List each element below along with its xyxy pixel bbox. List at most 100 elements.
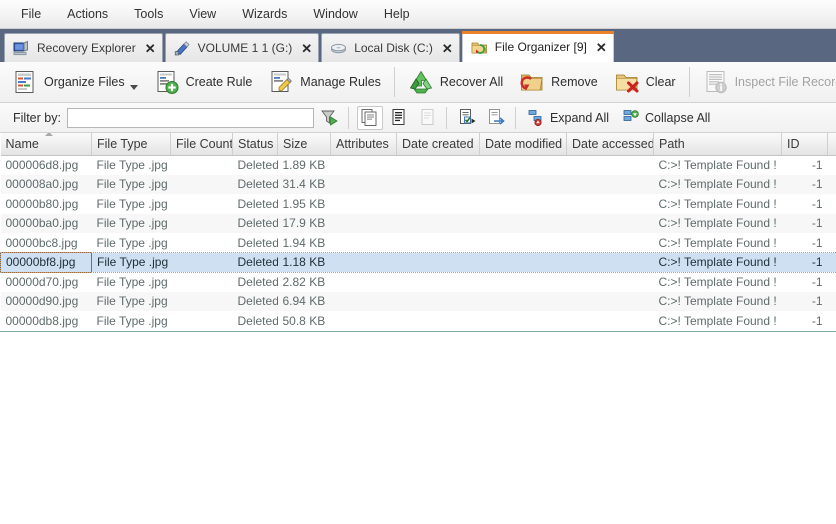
cell-status: Deleted (237, 158, 278, 172)
recycle-recover-icon (409, 70, 433, 94)
view-all-files-button[interactable] (356, 105, 383, 130)
filter-separator (347, 106, 349, 129)
table-row[interactable]: 00000d70.jpg File Type .jpg Deleted 2.82 KB… (1, 272, 836, 292)
inspect-file-record-label: Inspect File Record (734, 75, 836, 89)
menu-item-window[interactable]: Window (300, 3, 370, 25)
expand-all-icon (528, 110, 542, 126)
table-row[interactable]: 00000ba0.jpg File Type .jpg Deleted 17.9 KB… (0, 213, 836, 233)
tab-volume-1-1-g[interactable]: VOLUME 1 1 (G:) ✕ (164, 33, 320, 62)
cell-name: 00000d90.jpg (0, 291, 92, 311)
cell-attributes (331, 155, 397, 175)
copy-files-icon (361, 109, 377, 126)
menu-item-wizards[interactable]: Wizards (229, 3, 300, 25)
toolbar: Organize Files Create Rule Manage Rules (0, 62, 836, 103)
cell-status: Deleted (237, 196, 278, 211)
recover-all-button[interactable]: Recover All (400, 64, 511, 100)
create-rule-icon (157, 71, 179, 94)
cell-extra (827, 252, 836, 272)
collapse-all-button[interactable]: Collapse All (616, 106, 717, 130)
view-deleted-files-button[interactable] (415, 106, 441, 130)
cell-path: C:>! Template Found ! (658, 196, 777, 211)
expand-all-button[interactable]: Expand All (521, 106, 616, 130)
cell-extra (827, 174, 836, 194)
list-bottom-rule (0, 330, 836, 332)
table-row[interactable]: 00000db8.jpg File Type .jpg Deleted 50.8 KB… (1, 311, 836, 331)
cell-file_type: File Type .jpg (91, 252, 171, 272)
column-header-attributes[interactable]: Attributes (330, 133, 397, 156)
tab-file-organizer[interactable]: File Organizer [9] ✕ (461, 31, 614, 62)
remove-button[interactable]: Remove (511, 64, 606, 100)
table-row[interactable]: 000006d8.jpg File Type .jpg Deleted 1.89 KB… (1, 155, 836, 175)
view-existing-files-button[interactable] (386, 106, 412, 130)
chevron-down-icon[interactable] (129, 85, 138, 90)
clear-button[interactable]: Clear (606, 64, 684, 100)
cell-date_modified (480, 272, 567, 292)
cell-date_accessed (566, 213, 654, 233)
column-header-label: Name (5, 136, 39, 151)
remove-label: Remove (551, 75, 598, 89)
cell-size: 31.4 KB (277, 174, 331, 194)
column-header-size[interactable]: Size (277, 133, 331, 156)
cell-date_accessed (566, 291, 654, 311)
tab-strip: Recovery Explorer ✕ VOLUME 1 1 (G:) ✕ Lo… (0, 29, 836, 62)
table-row[interactable]: 00000b80.jpg File Type .jpg Deleted 1.95 KB… (1, 194, 836, 214)
tab-close-icon[interactable]: ✕ (145, 42, 156, 55)
column-header-path[interactable]: Path (653, 133, 782, 156)
file-list-area: Name File Type File Count Status Size At… (0, 133, 836, 524)
tab-close-icon[interactable]: ✕ (596, 41, 607, 54)
filter-input[interactable] (66, 107, 314, 128)
cell-name: 00000ba0.jpg (0, 213, 92, 233)
tab-close-icon[interactable]: ✕ (442, 42, 453, 55)
file-select-icon (460, 109, 476, 124)
cell-id: -1 (781, 174, 828, 194)
column-header-extra[interactable] (827, 133, 836, 156)
cell-path: C:>! Template Found ! (658, 235, 777, 250)
organize-files-button[interactable]: Organize Files (4, 64, 146, 100)
cell-extra (828, 311, 836, 331)
column-header-date-created[interactable]: Date created (396, 133, 480, 156)
cell-date_modified (479, 174, 567, 194)
column-header-status[interactable]: Status (232, 133, 278, 156)
column-header-date-accessed[interactable]: Date accessed (566, 133, 654, 156)
manage-rules-button[interactable]: Manage Rules (260, 64, 389, 100)
menu-item-file[interactable]: File (8, 3, 54, 25)
cell-file_type: File Type .jpg (91, 174, 171, 194)
cell-file_type: File Type .jpg (91, 291, 171, 311)
tab-close-icon[interactable]: ✕ (301, 42, 312, 55)
cell-date_modified (479, 213, 567, 233)
table-row[interactable]: 00000bc8.jpg File Type .jpg Deleted 1.94 KB… (1, 233, 836, 253)
cell-date_accessed (567, 272, 654, 292)
column-header-id[interactable]: ID (781, 133, 828, 156)
tab-local-disk-c[interactable]: Local Disk (C:) ✕ (321, 33, 460, 62)
deselect-files-button[interactable] (484, 106, 510, 130)
tab-recovery-explorer[interactable]: Recovery Explorer ✕ (4, 33, 163, 62)
inspect-file-record-button[interactable]: Inspect File Record (695, 64, 836, 100)
apply-filter-button[interactable] (317, 106, 343, 130)
cell-attributes (331, 194, 397, 214)
column-header-file-type[interactable]: File Type (91, 133, 171, 156)
column-header-file-count[interactable]: File Count (170, 133, 233, 156)
cell-size: 50.8 KB (282, 313, 326, 328)
column-header-name[interactable]: Name (0, 133, 92, 156)
cell-name: 000006d8.jpg (5, 158, 79, 172)
menu-item-tools[interactable]: Tools (121, 3, 176, 25)
file-blank-icon (421, 109, 434, 125)
file-list-body: 000006d8.jpg File Type .jpg Deleted 1.89 KB… (0, 155, 836, 331)
table-row[interactable]: 00000d90.jpg File Type .jpg Deleted 6.94 KB… (0, 291, 836, 311)
menu-item-actions[interactable]: Actions (54, 3, 121, 25)
create-rule-button[interactable]: Create Rule (146, 64, 261, 100)
cell-size: 6.94 KB (277, 291, 331, 311)
table-row[interactable]: 000008a0.jpg File Type .jpg Deleted 31.4 KB… (0, 174, 836, 194)
cell-id: -1 (811, 158, 823, 172)
table-row[interactable]: 00000bf8.jpg File Type .jpg Deleted 1.18 KB… (0, 251, 836, 273)
menu-item-help[interactable]: Help (371, 3, 423, 25)
cell-date_modified (480, 155, 567, 175)
filter-run-icon (321, 110, 339, 126)
cell-date_created (397, 155, 480, 175)
select-files-button[interactable] (455, 106, 481, 130)
cell-extra (828, 194, 836, 214)
menu-item-view[interactable]: View (176, 3, 229, 25)
column-header-date-modified[interactable]: Date modified (479, 133, 567, 156)
cell-path: C:>! Template Found ! (653, 213, 782, 233)
file-list-table: Name File Type File Count Status Size At… (0, 133, 836, 331)
